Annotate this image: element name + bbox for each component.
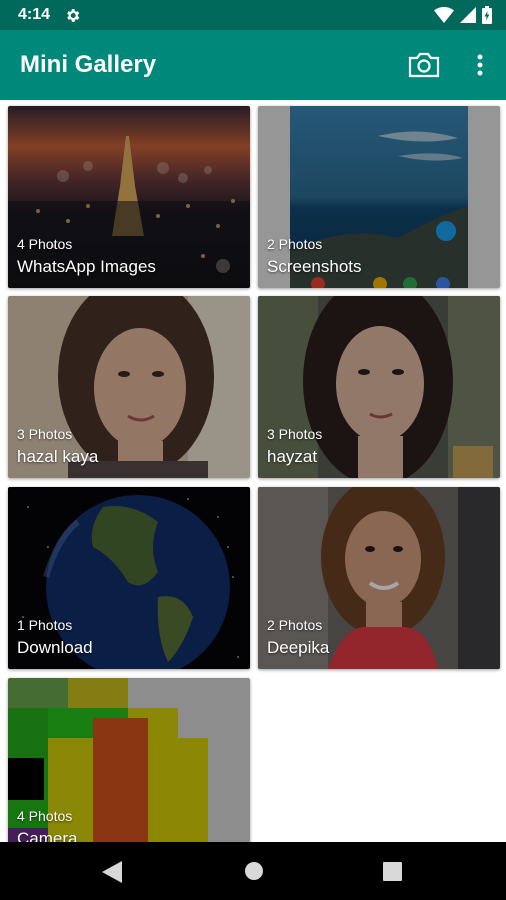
album-count: 3 Photos [17, 426, 73, 442]
signal-icon [460, 7, 476, 23]
album-name: hazal kaya [17, 447, 99, 466]
album-name: hayzat [267, 447, 318, 466]
album-name: Camera [17, 829, 78, 842]
album-tile[interactable]: 2 Photos Screenshots [258, 106, 500, 288]
album-count: 1 Photos [17, 617, 73, 633]
album-count: 2 Photos [267, 617, 323, 633]
status-icons [434, 6, 492, 24]
album-count: 4 Photos [17, 236, 73, 252]
app-bar: Mini Gallery [0, 30, 506, 100]
settings-icon [67, 9, 80, 22]
wifi-icon [434, 7, 454, 23]
home-icon[interactable] [244, 861, 264, 881]
album-count: 2 Photos [267, 236, 323, 252]
album-tile[interactable]: 3 Photos hayzat [258, 296, 500, 478]
recents-icon[interactable] [383, 862, 402, 881]
battery-icon [482, 6, 492, 24]
album-count: 3 Photos [267, 426, 323, 442]
album-tile[interactable]: 2 Photos Deepika [258, 487, 500, 669]
back-icon[interactable] [102, 861, 122, 883]
album-tile[interactable]: 4 Photos Camera [8, 678, 250, 842]
album-count: 4 Photos [17, 808, 73, 824]
album-name: WhatsApp Images [17, 257, 156, 276]
album-name: Deepika [267, 638, 330, 657]
more-options-button[interactable] [468, 50, 492, 80]
camera-button[interactable] [407, 50, 441, 80]
navigation-bar [0, 842, 506, 900]
album-name: Screenshots [267, 257, 362, 276]
album-tile[interactable]: 4 Photos WhatsApp Images [8, 106, 250, 288]
more-vert-icon [477, 54, 483, 76]
album-tile[interactable]: 1 Photos Download [8, 487, 250, 669]
album-tile[interactable]: 3 Photos hazal kaya [8, 296, 250, 478]
album-grid: 4 Photos WhatsApp Images 2 Photos Screen… [0, 100, 506, 842]
album-name: Download [17, 638, 93, 657]
app-title: Mini Gallery [20, 51, 157, 78]
camera-icon [408, 52, 440, 78]
status-time: 4:14 [18, 6, 51, 23]
status-bar: 4:14 [0, 0, 506, 30]
